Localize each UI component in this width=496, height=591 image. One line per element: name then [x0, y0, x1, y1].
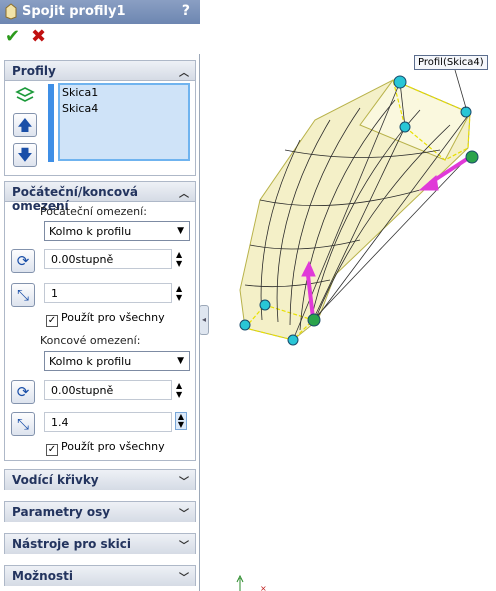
property-manager: Spojit profily1 ? ✔ ✖ Profily ︿ 🡅 🡇 Skic…: [0, 0, 200, 591]
arrow-down-icon: 🡇: [17, 146, 33, 164]
end-constraint-select[interactable]: Kolmo k profilu ▼: [44, 351, 190, 371]
connector-point: [239, 319, 251, 331]
tangent-length-icon: ⤡: [16, 415, 29, 433]
sketch-tools-title: Nástroje pro skici: [12, 537, 132, 551]
checkbox-checked-icon: ✓: [46, 315, 58, 327]
end-constraint-label: Koncové omezení:: [40, 334, 141, 347]
start-apply-all-checkbox[interactable]: ✓ Použít pro všechny: [46, 311, 165, 327]
start-constraint-value: Kolmo k profilu: [49, 225, 132, 238]
ok-button[interactable]: ✔: [5, 26, 20, 47]
chevron-down-icon: ﹀: [179, 509, 189, 520]
arrow-up-icon: 🡅: [17, 116, 33, 134]
profiles-group-header[interactable]: Profily ︿: [5, 61, 195, 81]
chevron-up-icon: ︿: [179, 189, 189, 200]
tangent-length-icon: ⤡: [16, 286, 29, 304]
start-apply-all-label: Použít pro všechny: [61, 311, 165, 324]
origin-triad-icon: ×: [236, 574, 267, 591]
constraints-group-header[interactable]: Počáteční/koncová omezení ︿: [5, 182, 195, 213]
start-constraint-select[interactable]: Kolmo k profilu ▼: [44, 221, 190, 241]
callout-leader: [454, 69, 467, 109]
centerline-params-title: Parametry osy: [12, 505, 111, 519]
guide-curves-group[interactable]: Vodící křivky ﹀: [4, 469, 196, 490]
loft-feature-icon: [5, 3, 17, 20]
options-title: Možnosti: [12, 569, 73, 583]
move-down-button[interactable]: 🡇: [13, 143, 37, 167]
connector-point: [307, 313, 321, 327]
sketch-tools-group[interactable]: Nástroje pro skici ﹀: [4, 533, 196, 554]
end-apply-all-label: Použít pro všechny: [61, 440, 165, 453]
dropdown-arrow-icon: ▼: [177, 226, 184, 236]
end-tangent-value: 1.4: [51, 416, 69, 429]
chevron-down-icon: ﹀: [179, 541, 189, 552]
start-angle-value: 0.00stupně: [51, 253, 114, 266]
graphics-viewport[interactable]: ×: [210, 0, 496, 591]
connector-point: [399, 121, 411, 133]
checkbox-checked-icon: ✓: [46, 444, 58, 456]
title-bar: Spojit profily1 ?: [0, 0, 200, 24]
chevron-down-icon: ﹀: [179, 573, 189, 584]
list-item[interactable]: Skica1: [60, 85, 188, 101]
chevron-down-icon: ﹀: [179, 477, 189, 488]
help-button[interactable]: ?: [182, 3, 190, 19]
profiles-group-title: Profily: [12, 64, 56, 78]
reverse-start-direction-button[interactable]: ⟳: [11, 249, 35, 273]
end-constraint-value: Kolmo k profilu: [49, 355, 132, 368]
move-up-button[interactable]: 🡅: [13, 113, 37, 137]
start-angle-spinbox[interactable]: 0.00stupně: [44, 249, 172, 269]
options-group[interactable]: Možnosti ﹀: [4, 565, 196, 586]
end-tangent-length-button[interactable]: ⤡: [11, 412, 35, 436]
start-constraint-label: Počáteční omezení:: [40, 205, 147, 218]
guide-curves-title: Vodící křivky: [12, 473, 99, 487]
svg-text:×: ×: [260, 584, 267, 591]
panel-collapse-handle[interactable]: ◂: [199, 305, 209, 335]
profile-callout[interactable]: Profil(Skica4): [414, 55, 488, 70]
connector-point: [393, 75, 407, 89]
chevron-up-icon: ︿: [179, 68, 189, 79]
end-angle-spinner-arrows[interactable]: ▲ ▼: [176, 381, 182, 399]
connector-point: [460, 106, 472, 118]
collapse-arrows-icon: ◂: [201, 315, 206, 324]
start-angle-spinner-arrows[interactable]: ▲ ▼: [176, 250, 182, 268]
centerline-params-group[interactable]: Parametry osy ﹀: [4, 501, 196, 522]
rotate-icon: ⟳: [16, 383, 30, 401]
start-tangent-spinner-arrows[interactable]: ▲ ▼: [176, 284, 182, 302]
connector-point: [259, 299, 271, 311]
connector-point: [465, 150, 479, 164]
end-apply-all-checkbox[interactable]: ✓ Použít pro všechny: [46, 440, 165, 456]
start-tangent-value: 1: [51, 287, 58, 300]
end-angle-value: 0.00stupně: [51, 384, 114, 397]
end-angle-spinbox[interactable]: 0.00stupně: [44, 380, 172, 400]
profiles-list[interactable]: Skica1 Skica4: [58, 83, 190, 161]
ok-cancel-row: ✔ ✖: [0, 24, 200, 54]
end-tangent-spinner-arrows[interactable]: ▲ ▼: [175, 412, 187, 430]
panel-title: Spojit profily1: [22, 4, 126, 19]
start-tangent-length-button[interactable]: ⤡: [11, 283, 35, 307]
reverse-end-direction-button[interactable]: ⟳: [11, 380, 35, 404]
rotate-icon: ⟳: [16, 252, 30, 270]
end-tangent-spinbox[interactable]: 1.4: [44, 412, 172, 432]
dropdown-arrow-icon: ▼: [177, 356, 184, 366]
selection-bar: [48, 84, 54, 162]
list-item[interactable]: Skica4: [60, 101, 188, 117]
cancel-button[interactable]: ✖: [31, 26, 46, 47]
profile-layers-icon: [15, 87, 35, 102]
start-tangent-spinbox[interactable]: 1: [44, 283, 172, 303]
connector-point: [287, 334, 299, 346]
